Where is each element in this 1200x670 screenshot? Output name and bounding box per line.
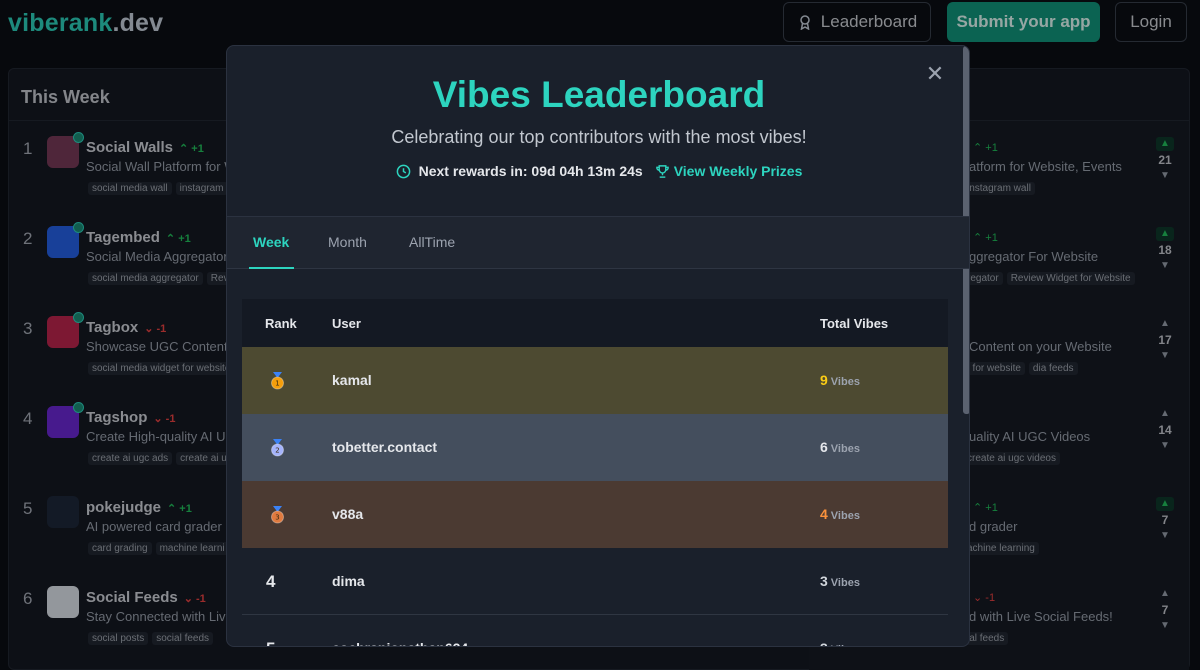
medal-rank: 3 — [275, 514, 279, 522]
vibes-total: 4 Vibes — [820, 506, 860, 522]
rank-number: 5 — [266, 639, 275, 646]
vibes-unit: Vibes — [830, 577, 860, 589]
tab-alltime[interactable]: AllTime — [409, 234, 455, 250]
table-header: Rank User Total Vibes — [242, 299, 948, 347]
username[interactable]: cochranjonathan624 — [332, 640, 468, 646]
medal-icon: 2 — [271, 439, 284, 457]
tab-month[interactable]: Month — [328, 234, 367, 250]
vibes-count: 6 — [820, 439, 828, 455]
username[interactable]: kamal — [332, 372, 372, 388]
table-row[interactable]: 5 cochranjonathan624 3Vibes — [242, 615, 948, 646]
column-total-vibes: Total Vibes — [820, 316, 889, 331]
table-row[interactable]: 2 tobetter.contact 6 Vibes — [242, 414, 948, 481]
period-tabs: Week Month AllTime — [227, 217, 969, 269]
vibes-total: 6 Vibes — [820, 439, 860, 455]
username[interactable]: tobetter.contact — [332, 439, 437, 455]
modal-subtitle: Celebrating our top contributors with th… — [391, 127, 807, 147]
column-rank: Rank — [265, 316, 297, 331]
leaderboard-modal: ✕ Vibes Leaderboard Celebrating our top … — [226, 45, 970, 647]
column-user: User — [332, 316, 361, 331]
rewards-countdown: Next rewards in: 09d 04h 13m 24s — [418, 163, 643, 179]
vibes-unit: Vibes — [830, 443, 860, 455]
leaderboard-table: Rank User Total Vibes 1 kamal 9 Vibes 2 tobet… — [242, 299, 948, 646]
medal-rank: 2 — [275, 447, 279, 455]
clock-icon — [396, 164, 410, 178]
trophy-icon — [655, 164, 669, 178]
vibes-count: 9 — [820, 372, 828, 388]
medal-rank: 1 — [275, 380, 279, 388]
table-row[interactable]: 1 kamal 9 Vibes — [242, 347, 948, 414]
medal-icon: 1 — [271, 372, 284, 390]
active-tab-indicator — [249, 267, 294, 269]
view-prizes-link[interactable]: View Weekly Prizes — [674, 163, 803, 179]
vibes-unit: Vibes — [830, 510, 860, 522]
rewards-bar: Next rewards in: 09d 04h 13m 24s View We… — [227, 163, 969, 179]
vibes-unit: Vibes — [831, 644, 860, 646]
vibes-total: 3Vibes — [820, 573, 860, 589]
modal-title: Vibes Leaderboard — [432, 74, 766, 115]
vibes-count: 3 — [820, 573, 828, 589]
username[interactable]: dima — [332, 573, 365, 589]
table-row[interactable]: 4 dima 3 Vibes — [242, 548, 948, 615]
rank-number: 4 — [266, 572, 276, 591]
vibes-count: 3 — [820, 640, 828, 646]
vibes-unit: Vibes — [830, 376, 860, 388]
medal-icon: 3 — [271, 506, 284, 524]
vibes-count: 4 — [820, 506, 828, 522]
username[interactable]: v88a — [332, 506, 363, 522]
vibes-total: 3Vibes — [820, 640, 860, 646]
vibes-total: 9 Vibes — [820, 372, 860, 388]
tab-week[interactable]: Week — [253, 234, 289, 250]
table-row[interactable]: 3 v88a 4 Vibes — [242, 481, 948, 548]
